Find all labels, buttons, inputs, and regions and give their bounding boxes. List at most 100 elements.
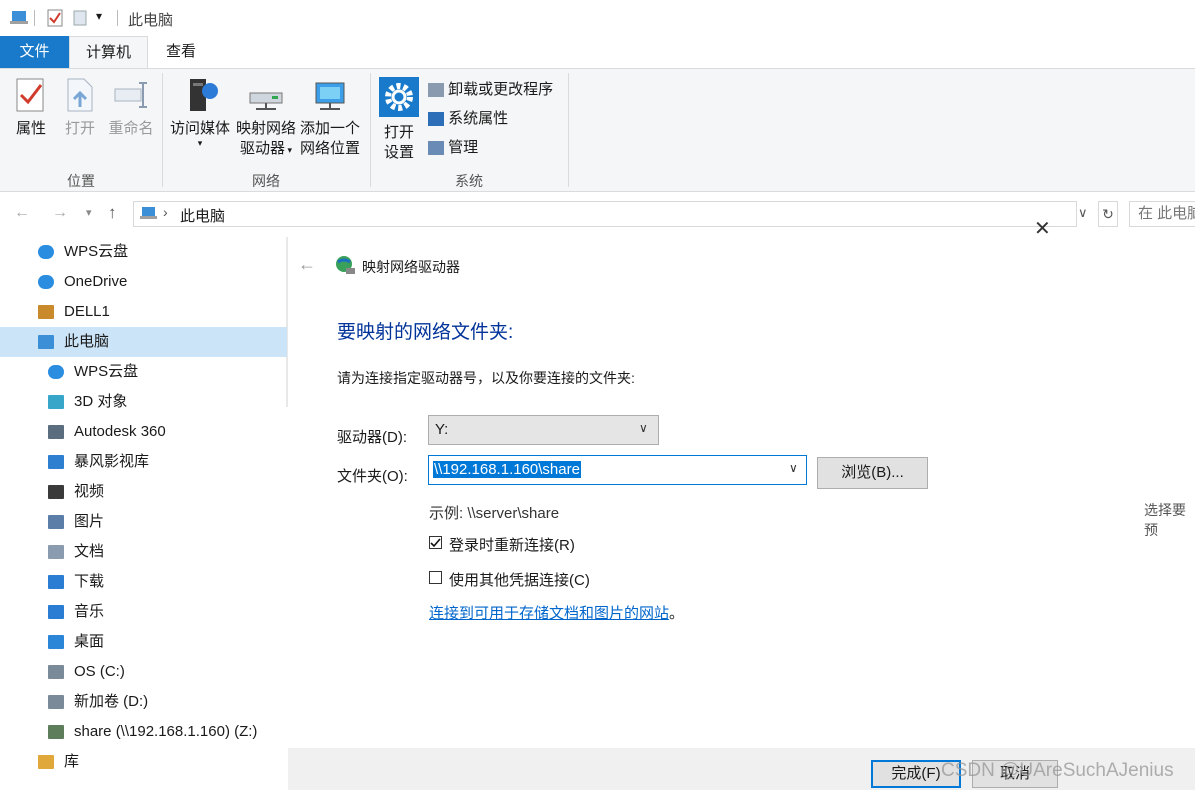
customize-quick-access-icon[interactable]: ▾ <box>96 9 102 23</box>
nav-item-label: DELL1 <box>64 303 110 320</box>
other-credentials-checkbox[interactable] <box>429 571 442 584</box>
nav-item[interactable]: 视频 <box>0 477 287 507</box>
nav-item[interactable]: Autodesk 360 <box>0 417 287 447</box>
drive-select[interactable]: Y: ∨ <box>428 415 659 445</box>
nav-item-label: 图片 <box>74 513 105 530</box>
folder-input-value[interactable]: \\192.168.1.160\share <box>433 461 581 478</box>
nav-item[interactable]: 暴风影视库 <box>0 447 287 477</box>
address-location: 此电脑 <box>180 208 226 225</box>
nav-item[interactable]: DELL1 <box>0 297 287 327</box>
recent-locations-icon[interactable]: ▾ <box>86 206 92 219</box>
properties-label: 属性 <box>15 120 46 137</box>
back-arrow-icon[interactable]: ← <box>14 204 30 222</box>
nav-item-label: 音乐 <box>74 603 105 620</box>
address-dropdown-icon[interactable]: ∨ <box>1078 205 1088 221</box>
tab-view[interactable]: 查看 <box>148 36 214 68</box>
access-media-dropdown-icon: ▾ <box>197 138 203 148</box>
open-label: 打开 <box>64 120 95 137</box>
nav-item[interactable]: OneDrive <box>0 267 287 297</box>
uninstall-program-button[interactable]: 卸载或更改程序 <box>428 79 553 101</box>
folder-combobox[interactable]: \\192.168.1.160\share ∨ <box>428 455 807 485</box>
system-properties-button[interactable]: 系统属性 <box>428 108 508 130</box>
nav-item-label: WPS云盘 <box>74 363 139 380</box>
settings-label-2: 设置 <box>383 144 414 161</box>
nav-item[interactable]: share (\\192.168.1.160) (Z:) <box>0 717 287 747</box>
add-location-label-2: 网络位置 <box>299 140 360 157</box>
nav-item-label: OneDrive <box>64 273 128 290</box>
add-network-location-button[interactable]: 添加一个 网络位置 <box>298 77 362 159</box>
checkmark-icon <box>430 538 441 548</box>
nav-item-label: OS (C:) <box>74 663 125 680</box>
rename-icon <box>114 82 147 108</box>
nav-item-label: 文档 <box>74 543 105 560</box>
website-link[interactable]: 连接到可用于存储文档和图片的网站 <box>429 605 669 622</box>
browse-button[interactable]: 浏览(B)... <box>817 457 928 489</box>
network-globe-icon <box>336 256 355 274</box>
properties-button[interactable]: 属性 <box>8 77 54 139</box>
rename-button[interactable]: 重命名 <box>104 77 158 139</box>
map-drive-label-2: 驱动器 <box>239 140 285 157</box>
refresh-icon[interactable]: ↻ <box>1098 201 1118 227</box>
nav-item[interactable]: 此电脑 <box>0 327 287 357</box>
nav-item[interactable]: 库 <box>0 747 287 777</box>
nav-item[interactable]: OS (C:) <box>0 657 287 687</box>
nav-item[interactable]: WPS云盘 <box>0 357 287 387</box>
open-button[interactable]: 打开 <box>60 77 100 139</box>
picture-icon <box>48 515 64 529</box>
group-location-label: 位置 <box>67 173 95 189</box>
autodesk-icon <box>48 425 64 439</box>
nav-item[interactable]: 新加卷 (D:) <box>0 687 287 717</box>
access-media-button[interactable]: 访问媒体 ▾ <box>168 77 232 148</box>
nav-item[interactable]: 图片 <box>0 507 287 537</box>
nav-item[interactable]: 文档 <box>0 537 287 567</box>
library-icon <box>38 755 54 769</box>
forward-arrow-icon[interactable]: → <box>52 204 68 222</box>
download-icon <box>48 575 64 589</box>
open-icon <box>67 78 93 112</box>
ribbon: 属性 打开 重命名 位置 访问媒体 ▾ 映射网络 驱动器 ▾ 添加一个 网络位置 <box>0 68 1195 192</box>
nav-item[interactable]: WPS云盘 <box>0 237 287 267</box>
uninstall-label: 卸载或更改程序 <box>448 81 554 98</box>
cloud-icon <box>38 275 54 289</box>
cube-icon <box>48 395 64 409</box>
properties-quick-icon[interactable] <box>47 9 63 27</box>
reconnect-checkbox[interactable] <box>429 536 442 549</box>
side-hint-text: 选择要预 <box>1144 502 1186 538</box>
chevron-down-icon[interactable]: ∨ <box>789 461 798 475</box>
drive-icon <box>48 665 64 679</box>
map-network-drive-button[interactable]: 映射网络 驱动器 ▾ <box>234 77 298 160</box>
tab-computer[interactable]: 计算机 <box>69 36 148 68</box>
dialog-title: 映射网络驱动器 <box>362 259 460 275</box>
nav-item-label: 桌面 <box>74 633 105 650</box>
nav-item[interactable]: 下载 <box>0 567 287 597</box>
title-bar: ▾ 此电脑 <box>0 0 1195 36</box>
open-settings-button[interactable]: 打开 设置 <box>376 77 422 163</box>
new-folder-quick-icon[interactable] <box>73 9 87 27</box>
drive-select-value: Y: <box>435 421 449 438</box>
website-link-row: 连接到可用于存储文档和图片的网站。 <box>429 602 684 623</box>
nav-item[interactable]: 桌面 <box>0 627 287 657</box>
nav-item-label: 新加卷 (D:) <box>74 693 149 710</box>
rename-label: 重命名 <box>108 120 154 137</box>
dialog-heading: 要映射的网络文件夹: <box>337 322 514 343</box>
video-icon <box>48 485 64 499</box>
close-icon[interactable]: ✕ <box>1034 216 1051 241</box>
address-bar[interactable]: › 此电脑 <box>133 201 1077 227</box>
nav-item-label: share (\\192.168.1.160) (Z:) <box>74 723 258 740</box>
system-properties-label: 系统属性 <box>448 110 509 127</box>
search-box[interactable]: 在 此电脑 <box>1129 201 1195 227</box>
nav-item[interactable]: 3D 对象 <box>0 387 287 417</box>
system-properties-icon <box>428 112 444 127</box>
access-media-label: 访问媒体 <box>169 120 230 137</box>
tab-file[interactable]: 文件 <box>0 36 69 68</box>
dialog-back-arrow-icon[interactable]: ← <box>298 254 316 275</box>
nav-item[interactable]: 音乐 <box>0 597 287 627</box>
up-arrow-icon[interactable]: ↑ <box>108 203 117 223</box>
computer-icon <box>10 11 28 24</box>
nav-item-label: 下载 <box>74 573 105 590</box>
nav-item-label: 视频 <box>74 483 105 500</box>
dialog-instruction: 请为连接指定驱动器号，以及你要连接的文件夹: <box>337 370 635 386</box>
network-drive-icon <box>249 92 283 110</box>
manage-button[interactable]: 管理 <box>428 137 478 159</box>
map-drive-dropdown-icon: ▾ <box>284 145 293 155</box>
